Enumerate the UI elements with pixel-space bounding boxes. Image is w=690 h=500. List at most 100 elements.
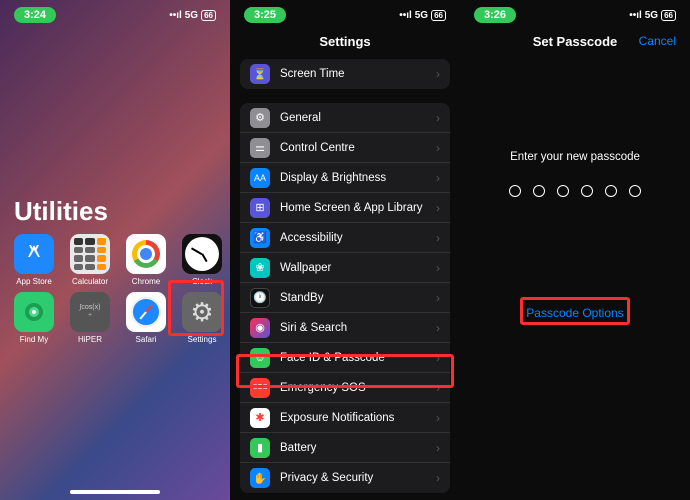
row-wallpaper[interactable]: ❀Wallpaper› [240, 253, 450, 283]
time-indicator[interactable]: 3:26 [474, 7, 516, 23]
app-label: Find My [20, 335, 48, 344]
row-general[interactable]: ⚙ General› [240, 103, 450, 133]
settings-group: ⚙General› ⚌Control Centre› AADisplay & B… [240, 103, 450, 493]
row-label: Emergency SOS [280, 382, 436, 394]
row-label: Face ID & Passcode [280, 352, 436, 364]
row-standby[interactable]: 🕐 StandBy› [240, 283, 450, 313]
chevron-right-icon: › [436, 231, 440, 245]
row-screen-time[interactable]: ⏳ Screen Time› [240, 59, 450, 89]
row-label: Screen Time [280, 68, 436, 80]
row-label: Privacy & Security [280, 472, 436, 484]
app-findmy[interactable]: Find My [10, 292, 58, 344]
battery-icon: 66 [431, 10, 446, 21]
network-label: 5G [415, 10, 428, 21]
page-title: Settings [230, 26, 460, 59]
row-label: StandBy [280, 292, 436, 304]
settings-group: ⏳ Screen Time› [240, 59, 450, 89]
row-label: Battery [280, 442, 436, 454]
title-label: Set Passcode [533, 34, 618, 49]
row-exposure-notifications[interactable]: ✱ Exposure Notifications› [240, 403, 450, 433]
app-label: Settings [188, 335, 217, 344]
set-passcode-screen: 3:26 ••ıl 5G 66 Set Passcode Cancel Ente… [460, 0, 690, 500]
chevron-right-icon: › [436, 441, 440, 455]
row-accessibility[interactable]: ♿Accessibility› [240, 223, 450, 253]
row-emergency-sos[interactable]: SOS Emergency SOS› [240, 373, 450, 403]
time-indicator[interactable]: 3:24 [14, 7, 56, 23]
row-display-brightness[interactable]: AA Display & Brightness› [240, 163, 450, 193]
passcode-dot [581, 185, 593, 197]
row-privacy-security[interactable]: ✋ Privacy & Security› [240, 463, 450, 493]
chevron-right-icon: › [436, 291, 440, 305]
findmy-icon [14, 292, 54, 332]
app-label: HiPER [78, 335, 102, 344]
chevron-right-icon: › [436, 261, 440, 275]
app-label: Safari [136, 335, 157, 344]
status-right: ••ıl 5G 66 [629, 10, 676, 21]
passcode-dot [557, 185, 569, 197]
hiper-icon: ∫cos(x)÷ [70, 292, 110, 332]
chevron-right-icon: › [436, 201, 440, 215]
row-home-screen[interactable]: ⊞Home Screen & App Library› [240, 193, 450, 223]
chrome-icon [126, 234, 166, 274]
passcode-dot [533, 185, 545, 197]
signal-icon: ••ıl [399, 10, 412, 21]
network-label: 5G [645, 10, 658, 21]
passcode-dot [629, 185, 641, 197]
sun-icon: AA [250, 168, 270, 188]
time-indicator[interactable]: 3:25 [244, 7, 286, 23]
hourglass-icon: ⏳ [250, 64, 270, 84]
passcode-dot [509, 185, 521, 197]
row-label: Wallpaper [280, 262, 436, 274]
app-calculator[interactable]: Calculator [66, 234, 114, 286]
battery-icon: 66 [661, 10, 676, 21]
clock-icon [182, 234, 222, 274]
chevron-right-icon: › [436, 141, 440, 155]
hand-icon: ✋ [250, 468, 270, 488]
settings-icon: ⚙ [182, 292, 222, 332]
safari-icon [126, 292, 166, 332]
sos-icon: SOS [250, 378, 270, 398]
app-grid: App Store Calculator Chrome Clock Find M… [10, 234, 226, 344]
cancel-button[interactable]: Cancel [639, 34, 676, 48]
battery-icon: ▮ [250, 438, 270, 458]
clock-icon: 🕐 [250, 288, 270, 308]
chevron-right-icon: › [436, 381, 440, 395]
status-bar: 3:24 ••ıl 5G 66 [0, 0, 230, 26]
chevron-right-icon: › [436, 111, 440, 125]
row-siri-search[interactable]: ◉Siri & Search› [240, 313, 450, 343]
home-screen: 3:24 ••ıl 5G 66 Utilities App Store Calc… [0, 0, 230, 500]
row-label: General [280, 112, 436, 124]
chevron-right-icon: › [436, 471, 440, 485]
app-appstore[interactable]: App Store [10, 234, 58, 286]
app-safari[interactable]: Safari [122, 292, 170, 344]
chevron-right-icon: › [436, 171, 440, 185]
row-control-centre[interactable]: ⚌ Control Centre› [240, 133, 450, 163]
signal-icon: ••ıl [169, 10, 182, 21]
home-indicator[interactable] [70, 490, 160, 494]
app-label: App Store [16, 277, 52, 286]
app-clock[interactable]: Clock [178, 234, 226, 286]
app-chrome[interactable]: Chrome [122, 234, 170, 286]
chevron-right-icon: › [436, 411, 440, 425]
row-face-id-passcode[interactable]: ☺Face ID & Passcode› [240, 343, 450, 373]
row-label: Display & Brightness [280, 172, 436, 184]
status-bar: 3:26 ••ıl 5G 66 [460, 0, 690, 26]
signal-icon: ••ıl [629, 10, 642, 21]
row-label: Exposure Notifications [280, 412, 436, 424]
app-hiper[interactable]: ∫cos(x)÷ HiPER [66, 292, 114, 344]
chevron-right-icon: › [436, 321, 440, 335]
row-label: Home Screen & App Library [280, 202, 436, 214]
gear-icon: ⚙ [250, 108, 270, 128]
app-settings[interactable]: ⚙ Settings [178, 292, 226, 344]
settings-list[interactable]: ⏳Screen Time› ⚙General› ⚌Control Centre›… [230, 59, 460, 493]
chevron-right-icon: › [436, 67, 440, 81]
row-battery[interactable]: ▮ Battery› [240, 433, 450, 463]
exposure-icon: ✱ [250, 408, 270, 428]
toggles-icon: ⚌ [250, 138, 270, 158]
page-title: Set Passcode Cancel [460, 26, 690, 59]
status-right: ••ıl 5G 66 [399, 10, 446, 21]
row-label: Control Centre [280, 142, 436, 154]
passcode-options-button[interactable]: Passcode Options [460, 306, 690, 320]
faceid-icon: ☺ [250, 348, 270, 368]
settings-screen: 3:25 ••ıl 5G 66 Settings ⏳Screen Time› ⚙… [230, 0, 460, 500]
